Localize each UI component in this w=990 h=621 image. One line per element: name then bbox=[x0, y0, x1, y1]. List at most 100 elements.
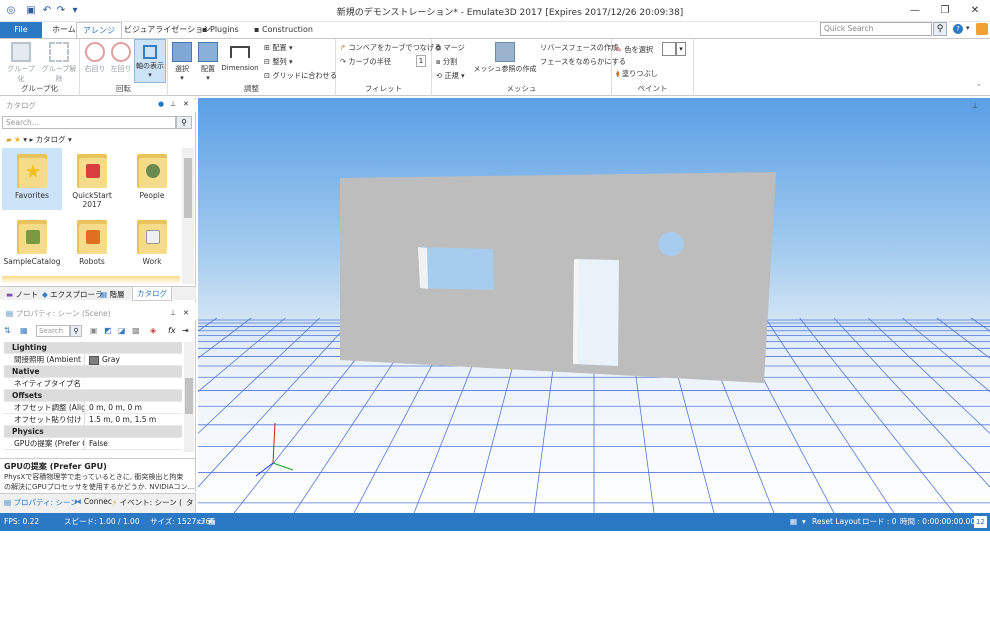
tab-file[interactable]: File bbox=[0, 22, 42, 38]
catalog-close-icon[interactable]: ✕ bbox=[183, 100, 189, 108]
axis-display-button[interactable]: 軸の表示 ▾ bbox=[134, 39, 166, 83]
undo-icon[interactable]: ↶ bbox=[40, 4, 54, 18]
catalog-search-input[interactable]: Search... bbox=[2, 116, 176, 129]
property-row[interactable]: 間接照明 (Ambient Lig Gray bbox=[4, 354, 182, 366]
align-button[interactable]: ⊟ 整列 ▾ bbox=[264, 57, 293, 67]
rotate-right-button[interactable]: 右回り bbox=[82, 42, 108, 74]
tab-properties-scene[interactable]: ▤ プロパティ: シーン bbox=[4, 497, 78, 508]
conveyor-curve-button[interactable]: ↱ コンベアをカーブでつなげる bbox=[340, 43, 441, 53]
catalog-scrollbar[interactable] bbox=[182, 148, 194, 284]
properties-close-icon[interactable]: ✕ bbox=[183, 309, 189, 317]
help-icon[interactable]: ? bbox=[953, 24, 963, 34]
catalog-item-robots[interactable]: Robots bbox=[62, 214, 122, 266]
group-group: グループ化 グループ解除 グループ化 bbox=[0, 39, 80, 96]
properties-search-icon[interactable]: ⚲ bbox=[70, 325, 82, 337]
wall[interactable] bbox=[340, 172, 776, 383]
function-icon[interactable]: fx bbox=[168, 326, 176, 335]
catalog-breadcrumb[interactable]: ▰ ★ ▾ ▸ カタログ ▾ bbox=[6, 134, 72, 145]
properties-scroll-thumb[interactable] bbox=[185, 378, 193, 414]
properties-pin-icon[interactable]: ⊥ bbox=[170, 309, 176, 317]
property-value[interactable]: False bbox=[84, 438, 184, 450]
status-display-settings[interactable]: 画面表示設定 ▾ bbox=[208, 513, 216, 616]
arrange-button[interactable]: ⊞ 配置 ▾ bbox=[264, 43, 293, 53]
property-category[interactable]: Lighting bbox=[4, 342, 182, 354]
property-value[interactable]: Gray bbox=[84, 354, 184, 366]
select-button[interactable]: 選択 ▾ bbox=[170, 42, 194, 82]
reset-layout-button[interactable]: Reset Layout bbox=[812, 513, 861, 531]
catalog-item-quickstart[interactable]: QuickStart 2017 bbox=[62, 148, 122, 209]
tab-plugins[interactable]: Plugins bbox=[204, 22, 245, 38]
catalog-item-samplecatalog[interactable]: SampleCatalog bbox=[2, 214, 62, 266]
catalog-search-icon[interactable]: ⚲ bbox=[176, 116, 192, 129]
normalize-button[interactable]: ⟲ 正規 ▾ bbox=[436, 71, 465, 81]
property-row[interactable]: オフセット調整 (Align O 0 m, 0 m, 0 m bbox=[4, 402, 182, 414]
tab-notes[interactable]: ▬ ノート bbox=[6, 289, 38, 300]
reverse-face-button[interactable]: リバースフェースの作成 bbox=[540, 43, 618, 53]
sort-icon[interactable]: ⇅ bbox=[4, 326, 11, 335]
color-swatch[interactable] bbox=[662, 42, 676, 56]
snap-grid-button[interactable]: ⊡ グリッドに合わせる bbox=[264, 71, 337, 81]
layout-dropdown-icon[interactable]: ▾ bbox=[802, 513, 806, 531]
description-line-2: の解決にGPUプロセッサを使用するかどうか. NVIDIAコン... bbox=[4, 483, 195, 491]
toolbar-icon-4[interactable]: ▩ bbox=[132, 326, 140, 335]
customize-qat-icon[interactable]: ▾ bbox=[68, 4, 82, 18]
split-button[interactable]: ⧈ 分割 bbox=[436, 57, 457, 67]
group-button[interactable]: グループ化 bbox=[4, 42, 38, 84]
rotate-left-button[interactable]: 左回り bbox=[108, 42, 134, 74]
catalog-scroll-thumb[interactable] bbox=[184, 158, 192, 218]
fill-button[interactable]: ⧫ 塗りつぶし bbox=[616, 69, 658, 79]
minimize-icon[interactable]: — bbox=[900, 2, 930, 20]
pick-color-button[interactable]: ✎ 色を選択 bbox=[616, 45, 653, 55]
merge-button[interactable]: ⧉ マージ bbox=[436, 43, 465, 53]
tab-hierarchy[interactable]: ▦ 階層 bbox=[100, 289, 124, 300]
search-icon[interactable]: ⚲ bbox=[933, 22, 947, 36]
help-dropdown-icon[interactable]: ▾ bbox=[966, 24, 970, 32]
tab-explorer[interactable]: ◆ エクスプローラ bbox=[42, 289, 102, 300]
mesh-ref-button[interactable]: メッシュ参照の作成 bbox=[472, 42, 538, 74]
property-value[interactable]: 0 m, 0 m, 0 m bbox=[84, 402, 184, 414]
expand-icon[interactable]: ⇥ bbox=[182, 326, 189, 335]
account-icon[interactable] bbox=[976, 23, 988, 35]
properties-scrollbar[interactable] bbox=[184, 342, 194, 452]
dimension-button[interactable]: Dimension bbox=[220, 42, 260, 72]
curve-radius-input[interactable]: 1 bbox=[416, 55, 426, 67]
property-value[interactable]: 1.5 m, 0 m, 1.5 m bbox=[84, 414, 184, 426]
tab-events-scene[interactable]: ⚡ イベント: シーン ( bbox=[112, 497, 182, 508]
tab-construction[interactable]: Construction bbox=[256, 22, 319, 38]
toolbar-icon-5[interactable]: ◈ bbox=[150, 326, 156, 335]
color-dropdown-icon[interactable]: ▾ bbox=[676, 42, 686, 56]
quick-search-input[interactable]: Quick Search bbox=[820, 22, 932, 36]
redo-icon[interactable]: ↷ bbox=[54, 4, 68, 18]
catalog-pin-icon[interactable]: ⊥ bbox=[170, 100, 176, 108]
tab-more[interactable]: タ bbox=[186, 497, 194, 508]
categorize-icon[interactable]: ▦ bbox=[20, 326, 28, 335]
close-icon[interactable]: ✕ bbox=[960, 2, 990, 20]
viewport-pin-icon[interactable]: ⊥ bbox=[972, 102, 978, 110]
collapse-ribbon-icon[interactable]: ⌃ bbox=[976, 83, 982, 91]
property-category[interactable]: Physics bbox=[4, 426, 182, 438]
toolbar-icon-3[interactable]: ◪ bbox=[118, 326, 126, 335]
tab-catalog[interactable]: カタログ bbox=[132, 287, 172, 301]
properties-search-input[interactable]: Search bbox=[36, 325, 70, 337]
property-row[interactable]: GPUの提案 (Prefer GPU False bbox=[4, 438, 182, 450]
property-category[interactable]: Offsets bbox=[4, 390, 182, 402]
group-icon bbox=[11, 42, 31, 62]
tab-connections[interactable]: ⧓ Connec bbox=[74, 497, 112, 506]
property-row[interactable]: ネイティブタイプ名 (Nati bbox=[4, 378, 182, 390]
catalog-item-people[interactable]: People bbox=[122, 148, 182, 200]
property-row[interactable]: オフセット貼り付け (Paste 1.5 m, 0 m, 1.5 m bbox=[4, 414, 182, 426]
catalog-item-favorites[interactable]: Favorites bbox=[2, 148, 62, 210]
ungroup-button[interactable]: グループ解除 bbox=[40, 42, 78, 84]
3d-viewport[interactable]: ⊥ bbox=[198, 98, 990, 513]
catalog-help-icon[interactable]: ● bbox=[158, 100, 164, 108]
property-category[interactable]: Native bbox=[4, 366, 182, 378]
tab-arrange[interactable]: アレンジ bbox=[76, 22, 122, 38]
save-icon[interactable]: ▣ bbox=[24, 4, 38, 18]
maximize-icon[interactable]: ❐ bbox=[930, 2, 960, 20]
toolbar-icon-1[interactable]: ▣ bbox=[90, 326, 98, 335]
layout-grid-icon[interactable]: ▦ bbox=[790, 513, 797, 531]
catalog-item-work[interactable]: Work bbox=[122, 214, 182, 266]
toolbar-icon-2[interactable]: ◩ bbox=[104, 326, 112, 335]
app-logo-icon[interactable]: ◎ bbox=[4, 4, 18, 18]
place-button[interactable]: 配置 ▾ bbox=[196, 42, 220, 82]
